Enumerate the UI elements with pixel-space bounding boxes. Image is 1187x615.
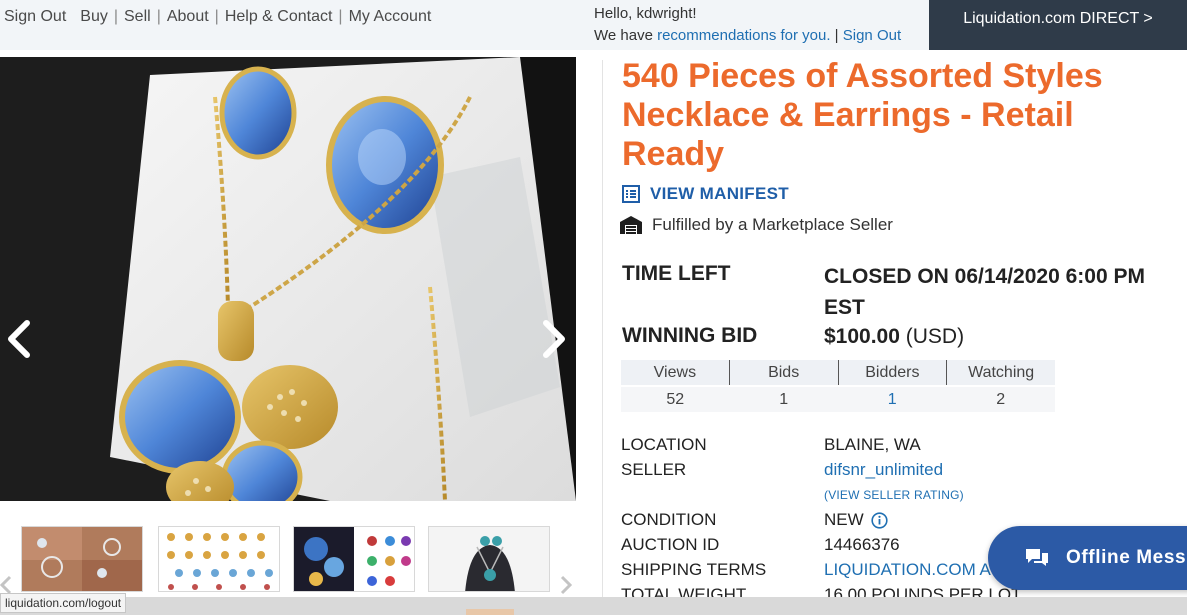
- winning-bid-value: $100.00 (USD): [824, 321, 964, 352]
- jewelry-photo: [0, 57, 576, 501]
- greeting-separator: |: [830, 27, 843, 44]
- winning-bid-amount: $100.00: [824, 325, 900, 348]
- chevron-right-icon: [560, 575, 573, 595]
- nav-buy[interactable]: Buy: [80, 8, 108, 26]
- stats-bids-value: 1: [779, 391, 789, 408]
- time-left-value: CLOSED ON 06/14/2020 6:00 PM EST: [824, 265, 1145, 319]
- nav-sell[interactable]: Sell: [124, 8, 151, 26]
- stats-value-row: 52 1 1 2: [621, 387, 1055, 412]
- condition-label: CONDITION: [621, 510, 717, 529]
- seller-link[interactable]: difsnr_unlimited: [824, 460, 943, 480]
- recommendations-link[interactable]: recommendations for you.: [657, 27, 830, 44]
- bottom-strip-accent: [466, 609, 514, 615]
- stats-header-views: Views: [653, 364, 697, 381]
- greeting-hello: Hello, kdwright!: [594, 5, 697, 22]
- thumbnail-image: [159, 527, 279, 591]
- thumbnail-image: [22, 527, 142, 591]
- nav-sign-out[interactable]: Sign Out: [4, 8, 66, 26]
- gallery-next-button[interactable]: [537, 316, 571, 362]
- condition-value: NEW: [824, 510, 889, 530]
- location-label: LOCATION: [621, 435, 707, 454]
- nav-separator: |: [214, 8, 219, 25]
- winning-bid-currency: (USD): [905, 325, 965, 348]
- shipping-terms-label: SHIPPING TERMS: [621, 560, 767, 579]
- thumbnail-4[interactable]: [428, 526, 550, 592]
- nav-about[interactable]: About: [167, 8, 209, 26]
- winning-bid-label: WINNING BID: [622, 324, 758, 347]
- stats-watching-value: 2: [996, 391, 1006, 408]
- shipping-terms-link[interactable]: LIQUIDATION.COM A: [824, 560, 991, 580]
- gallery-prev-button[interactable]: [2, 316, 36, 362]
- column-divider: [602, 60, 603, 600]
- view-seller-rating-link[interactable]: (VIEW SELLER RATING): [824, 488, 964, 502]
- browser-status-url: liquidation.com/logout: [0, 593, 127, 613]
- manifest-list-icon: [622, 185, 640, 203]
- view-manifest-link[interactable]: VIEW MANIFEST: [622, 184, 789, 204]
- liquidation-direct-button[interactable]: Liquidation.com DIRECT >: [929, 0, 1187, 50]
- greeting-recommendations-line: We have recommendations for you. | Sign …: [594, 25, 901, 47]
- thumbnail-3[interactable]: [293, 526, 415, 592]
- seller-label: SELLER: [621, 460, 687, 479]
- fulfilled-text: Fulfilled by a Marketplace Seller: [652, 215, 893, 234]
- fulfillment-info: Fulfilled by a Marketplace Seller: [619, 215, 893, 235]
- top-bar: Sign Out Buy | Sell | About | Help & Con…: [0, 0, 1187, 50]
- thumbnail-1[interactable]: [21, 526, 143, 592]
- chat-label: Offline Mess: [1066, 547, 1187, 568]
- nav-separator: |: [113, 8, 118, 25]
- auction-id-value: 14466376: [824, 535, 900, 554]
- nav-my-account[interactable]: My Account: [349, 8, 432, 26]
- thumbnail-next-button[interactable]: [556, 570, 576, 600]
- thumbnail-strip: [0, 526, 590, 595]
- greeting-we-have: We have: [594, 27, 658, 44]
- time-left-label: TIME LEFT: [622, 262, 731, 285]
- chevron-left-icon: [8, 320, 30, 358]
- warehouse-icon: [619, 215, 643, 235]
- stats-header-row: Views Bids Bidders Watching: [621, 360, 1055, 385]
- nav-help-contact[interactable]: Help & Contact: [225, 8, 333, 26]
- thumbnail-2[interactable]: [158, 526, 280, 592]
- browser-bottom-strip: [0, 597, 1187, 615]
- stats-header-watching: Watching: [946, 360, 1055, 385]
- thumbnail-image: [429, 527, 549, 591]
- offline-message-chat-button[interactable]: Offline Mess: [988, 526, 1187, 590]
- view-manifest-label: VIEW MANIFEST: [650, 184, 789, 203]
- user-greeting: Hello, kdwright! We have recommendations…: [594, 3, 901, 47]
- stats-bidders-link[interactable]: 1: [838, 387, 947, 412]
- chevron-right-icon: [543, 320, 565, 358]
- product-main-image[interactable]: [0, 57, 576, 501]
- top-navigation: Sign Out Buy | Sell | About | Help & Con…: [4, 8, 431, 26]
- stats-header-bids: Bids: [728, 360, 838, 385]
- auction-stats-table: Views Bids Bidders Watching 52 1 1 2: [621, 360, 1055, 412]
- listing-title: 540 Pieces of Assorted Styles Necklace &…: [622, 57, 1103, 173]
- thumbnail-image: [294, 527, 414, 591]
- stats-views-value: 52: [666, 391, 685, 408]
- nav-separator: |: [338, 8, 343, 25]
- info-circle-icon[interactable]: [871, 512, 889, 529]
- location-value: BLAINE, WA: [824, 435, 921, 454]
- condition-text: NEW: [824, 510, 864, 529]
- chat-bubbles-icon: [1024, 547, 1050, 569]
- greeting-sign-out-link[interactable]: Sign Out: [843, 27, 901, 44]
- stats-header-bidders: Bidders: [837, 360, 947, 385]
- nav-separator: |: [156, 8, 161, 25]
- auction-id-label: AUCTION ID: [621, 535, 720, 554]
